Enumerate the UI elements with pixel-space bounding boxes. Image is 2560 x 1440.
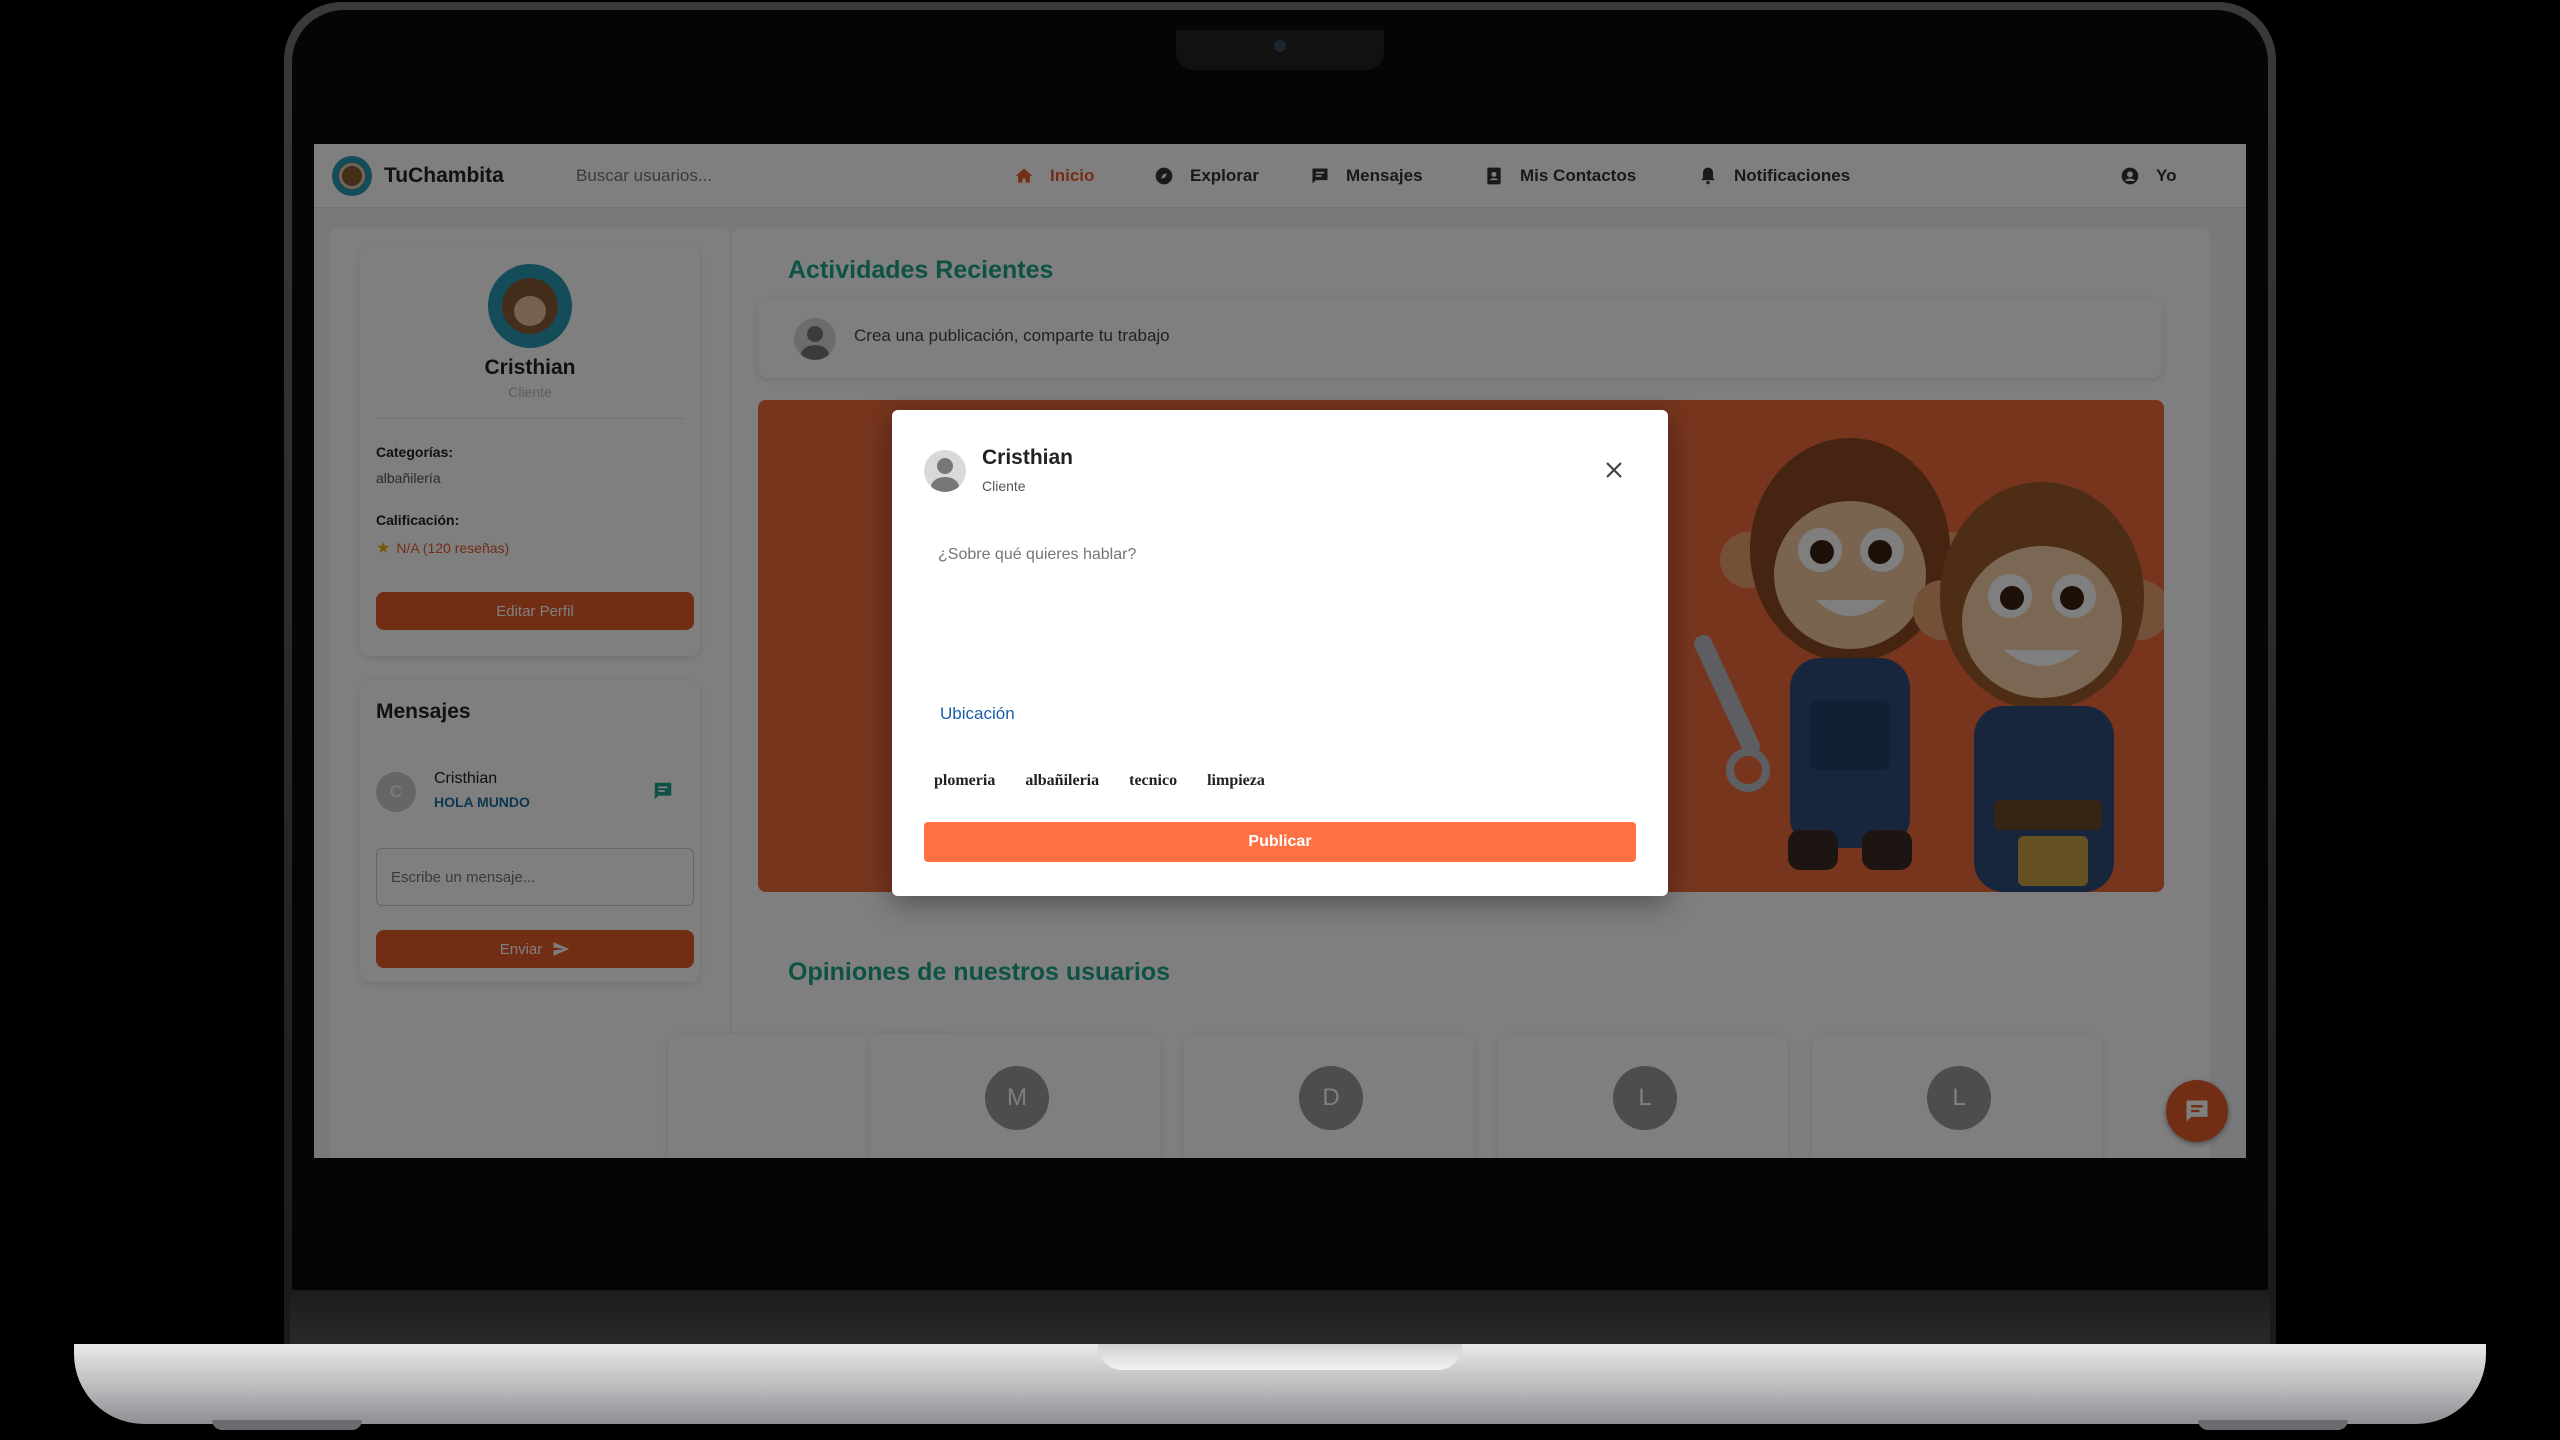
tag-plomeria[interactable]: plomeria	[934, 772, 995, 790]
screen: TuChambita Inicio Explorar Mensajes Mis …	[314, 144, 2246, 1158]
tag-limpieza[interactable]: limpieza	[1207, 772, 1265, 790]
laptop-chin	[290, 1290, 2270, 1346]
tag-tecnico[interactable]: tecnico	[1129, 772, 1177, 790]
post-textarea[interactable]	[924, 534, 1636, 674]
camera-icon	[1274, 40, 1286, 52]
location-link[interactable]: Ubicación	[940, 704, 1015, 724]
laptop-foot-right	[2198, 1420, 2348, 1430]
stage: TuChambita Inicio Explorar Mensajes Mis …	[0, 0, 2560, 1440]
laptop-opening-notch	[1098, 1344, 1462, 1370]
user-icon	[924, 450, 966, 492]
laptop-foot-left	[212, 1420, 362, 1430]
tag-albanileria[interactable]: albañileria	[1025, 772, 1099, 790]
modal-user-role: Cliente	[982, 478, 1026, 494]
publish-button[interactable]: Publicar	[924, 822, 1636, 862]
close-icon[interactable]	[1600, 456, 1628, 484]
modal-user-name: Cristhian	[982, 446, 1074, 469]
category-tags: plomeria albañileria tecnico limpieza	[934, 772, 1265, 790]
create-post-modal: Cristhian Cliente Ubicación plomeria alb…	[892, 410, 1668, 896]
